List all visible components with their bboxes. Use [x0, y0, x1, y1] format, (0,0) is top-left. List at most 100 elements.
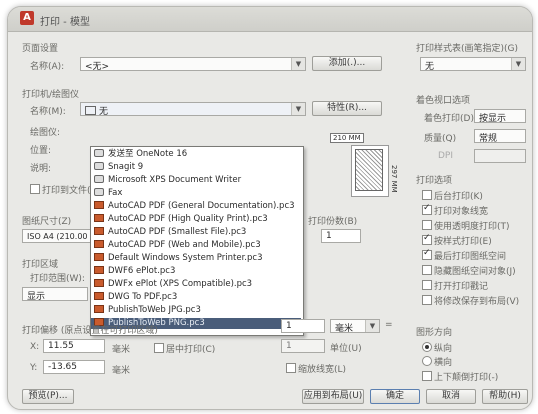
plot-option-checkbox[interactable] — [422, 280, 432, 290]
center-plot-label: 居中打印(C) — [166, 345, 216, 355]
offset-y-input[interactable]: -13.65 — [43, 360, 105, 374]
plotter-icon — [94, 253, 104, 261]
chevron-down-icon: ▼ — [511, 58, 525, 70]
printer-dropdown-item-label: DWFx ePlot (XPS Compatible).pc3 — [108, 279, 253, 289]
preview-button[interactable]: 预览(P)... — [22, 389, 74, 404]
plot-option-label: 将修改保存到布局(V) — [434, 297, 520, 307]
printer-dropdown-item-label: Default Windows System Printer.pc3 — [108, 253, 263, 263]
plot-area-group-label: 打印区域 — [22, 260, 59, 270]
upside-down-checkbox[interactable] — [422, 371, 432, 381]
chevron-down-icon: ▼ — [291, 103, 305, 115]
printer-dropdown-item-label: 发送至 OneNote 16 — [108, 149, 188, 159]
portrait-label: 纵向 — [434, 344, 453, 354]
shade-plot-select[interactable]: 按显示 — [474, 109, 526, 124]
printer-dropdown-item[interactable]: DWG To PDF.pc3 — [91, 292, 301, 303]
scale-lineweights-checkbox[interactable] — [286, 363, 296, 373]
plotter-label: 绘图仪: — [30, 128, 61, 138]
printer-dropdown-list[interactable]: 发送至 OneNote 16 Snagit 9 Microsoft XPS Docu… — [90, 146, 304, 336]
printer-dropdown-item-label: PublishToWeb JPG.pc3 — [108, 305, 201, 315]
printer-dropdown-item[interactable]: Snagit 9 — [91, 162, 301, 173]
printer-dropdown-item-label: AutoCAD PDF (Web and Mobile).pc3 — [108, 240, 261, 250]
printer-name-label: 名称(M): — [30, 107, 66, 117]
apply-to-layout-button[interactable]: 应用到布局(U) — [302, 389, 364, 404]
printable-area — [355, 149, 383, 191]
plot-option-label: 隐藏图纸空间对象(J) — [434, 267, 516, 277]
plot-option-checkbox[interactable] — [422, 203, 432, 215]
cancel-button[interactable]: 取消 — [426, 389, 476, 404]
printer-dropdown-item[interactable]: AutoCAD PDF (Smallest File).pc3 — [91, 227, 301, 238]
copies-input[interactable]: 1 — [321, 229, 361, 243]
scale-unit-select[interactable]: 毫米 ▼ — [330, 319, 380, 334]
printer-icon — [94, 188, 104, 196]
plot-option-checkbox[interactable] — [422, 295, 432, 305]
printer-name-select[interactable]: 无 ▼ — [80, 102, 306, 117]
plot-option-label: 按样式打印(E) — [434, 237, 492, 247]
scale-value-input[interactable]: 1 — [281, 319, 325, 333]
shaded-viewport-label: 着色视口选项 — [416, 96, 471, 106]
plot-option-label: 最后打印图纸空间 — [434, 252, 507, 262]
printer-dropdown-item-label: Microsoft XPS Document Writer — [108, 175, 242, 185]
quality-select[interactable]: 常规 — [474, 129, 526, 144]
plotter-icon — [94, 240, 104, 248]
equals-sign: = — [385, 320, 393, 330]
printer-dropdown-item-label: AutoCAD PDF (Smallest File).pc3 — [108, 227, 247, 237]
plot-area-select[interactable]: 显示 — [22, 287, 88, 302]
offset-x-unit: 毫米 — [112, 345, 131, 355]
quality-label: 质量(Q) — [424, 134, 457, 144]
printer-dropdown-item-label: Fax — [108, 188, 123, 198]
printer-dropdown-item-label: DWF6 ePlot.pc3 — [108, 266, 176, 276]
printer-dropdown-item[interactable]: PublishToWeb JPG.pc3 — [91, 305, 301, 316]
scale-lineweights-label: 缩放线宽(L) — [298, 365, 347, 375]
printer-dropdown-item[interactable]: AutoCAD PDF (High Quality Print).pc3 — [91, 214, 301, 225]
printer-dropdown-item-label: AutoCAD PDF (General Documentation).pc3 — [108, 201, 295, 211]
printer-dropdown-item[interactable]: AutoCAD PDF (General Documentation).pc3 — [91, 201, 301, 212]
page-setup-group-label: 页面设置 — [22, 44, 59, 54]
upside-down-label: 上下颠倒打印(-) — [434, 373, 499, 383]
printer-dropdown-item[interactable]: Fax — [91, 188, 301, 199]
window-title: 打印 - 模型 — [40, 17, 90, 28]
printer-icon — [94, 149, 104, 157]
paper-preview — [351, 145, 389, 197]
printer-dropdown-item-label: Snagit 9 — [108, 162, 144, 172]
plotter-icon — [94, 214, 104, 222]
printer-dropdown-item[interactable]: Default Windows System Printer.pc3 — [91, 253, 301, 264]
printer-dropdown-item[interactable]: DWF6 ePlot.pc3 — [91, 266, 301, 277]
plotter-icon — [94, 266, 104, 274]
plot-option-checkbox[interactable] — [422, 220, 432, 230]
plotter-icon — [94, 305, 104, 313]
plot-option-checkbox[interactable] — [422, 190, 432, 200]
print-to-file-checkbox[interactable] — [30, 184, 40, 194]
printer-dropdown-item[interactable]: DWFx ePlot (XPS Compatible).pc3 — [91, 279, 301, 290]
landscape-radio[interactable] — [422, 356, 432, 366]
scale-units-input[interactable]: 1 — [281, 339, 325, 353]
printer-dropdown-item[interactable]: AutoCAD PDF (Web and Mobile).pc3 — [91, 240, 301, 251]
plot-style-table-select[interactable]: 无 ▼ — [420, 57, 526, 72]
page-setup-name-select[interactable]: <无> ▼ — [80, 57, 306, 72]
dpi-input[interactable] — [474, 149, 526, 163]
printer-selected-text: 无 — [99, 107, 109, 117]
chevron-down-icon: ▼ — [291, 58, 305, 70]
landscape-label: 横向 — [434, 358, 453, 368]
paper-width-label: 210 MM — [330, 133, 364, 143]
plot-offset-group-label: 打印偏移 (原点设置在可打印区域) — [22, 326, 158, 336]
plot-option-label: 打开打印戳记 — [434, 282, 489, 292]
add-page-setup-button[interactable]: 添加(.)... — [312, 56, 382, 71]
plot-option-checkbox[interactable] — [422, 265, 432, 275]
portrait-radio[interactable] — [422, 342, 432, 352]
plot-style-table-label: 打印样式表(画笔指定)(G) — [416, 44, 519, 54]
shade-plot-value: 按显示 — [479, 114, 507, 124]
printer-dropdown-item[interactable]: Microsoft XPS Document Writer — [91, 175, 301, 186]
printer-dropdown-item[interactable]: 发送至 OneNote 16 — [91, 149, 301, 160]
plot-option-checkbox[interactable] — [422, 233, 432, 245]
offset-x-input[interactable]: 11.55 — [43, 339, 105, 353]
plot-option-label: 打印对象线宽 — [434, 207, 489, 217]
printer-properties-button[interactable]: 特性(R)... — [312, 101, 382, 116]
paper-size-select[interactable]: ISO A4 (210.00 x 297.00 毫米) — [22, 229, 147, 243]
plot-option-checkbox[interactable] — [422, 248, 432, 260]
help-button[interactable]: 帮助(H) — [482, 389, 528, 404]
plotter-icon — [94, 201, 104, 209]
page-setup-name-label: 名称(A): — [30, 62, 65, 72]
ok-button[interactable]: 确定 — [370, 389, 420, 404]
plot-style-table-value: 无 — [425, 62, 435, 72]
center-plot-checkbox[interactable] — [154, 343, 164, 353]
